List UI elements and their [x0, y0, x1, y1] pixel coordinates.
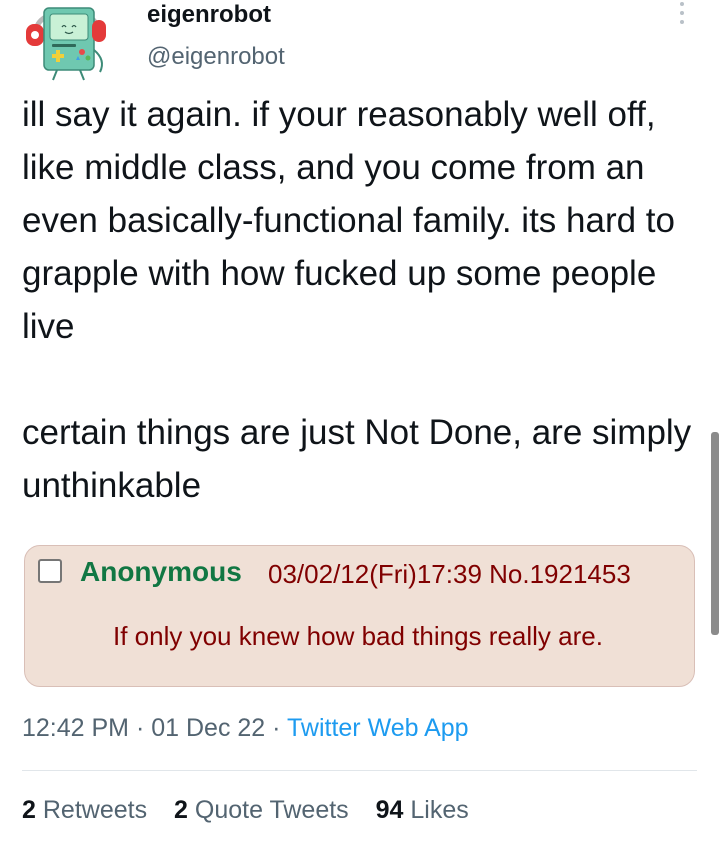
source-app-link[interactable]: Twitter Web App	[287, 714, 469, 742]
author-display-name[interactable]: eigenrobot	[147, 0, 271, 30]
more-vertical-icon-dot	[680, 19, 684, 24]
post-text: If only you knew how bad things really a…	[113, 621, 603, 651]
embedded-image[interactable]: Anonymous 03/02/12(Fri)17:39 No.1921453 …	[24, 545, 695, 687]
timestamp-time[interactable]: 12:42 PM	[22, 714, 129, 742]
author-handle[interactable]: @eigenrobot	[147, 42, 285, 72]
tweet-text: ill say it again. if your reasonably wel…	[22, 88, 712, 512]
tweet-paragraph: certain things are just Not Done, are si…	[22, 413, 692, 505]
more-options-button[interactable]	[670, 0, 694, 26]
retweets-count: 2	[22, 796, 36, 824]
quote-tweets-count: 2	[174, 796, 188, 824]
avatar[interactable]	[22, 0, 114, 82]
quote-tweets-label: Quote Tweets	[194, 796, 349, 824]
tweet-stats: 2 Retweets 2 Quote Tweets 94 Likes	[22, 794, 489, 826]
timestamp-separator: ·	[272, 714, 281, 742]
tweet-page: eigenrobot @eigenrobot ill say it again.…	[0, 0, 719, 841]
likes-count: 94	[375, 796, 404, 824]
tweet-paragraph: ill say it again. if your reasonably wel…	[22, 95, 675, 346]
more-vertical-icon-dot	[680, 10, 684, 15]
more-vertical-icon-dot	[680, 2, 684, 7]
quote-tweets-stat[interactable]: 2 Quote Tweets	[174, 794, 349, 826]
scrollbar[interactable]	[711, 432, 719, 635]
timestamp-separator: ·	[135, 714, 145, 742]
retweets-stat[interactable]: 2 Retweets	[22, 794, 147, 826]
divider	[22, 770, 697, 771]
tweet-timestamp: 12:42 PM · 01 Dec 22 · Twitter Web App	[22, 712, 469, 744]
likes-label: Likes	[410, 796, 469, 824]
likes-stat[interactable]: 94 Likes	[376, 794, 469, 826]
post-checkbox	[38, 559, 62, 583]
retweets-label: Retweets	[42, 796, 148, 824]
post-meta: 03/02/12(Fri)17:39 No.1921453	[268, 559, 631, 589]
timestamp-date[interactable]: 01 Dec 22	[151, 714, 265, 742]
post-author-name: Anonymous	[80, 556, 242, 587]
bmo-robot-with-headphones-icon	[26, 7, 106, 81]
